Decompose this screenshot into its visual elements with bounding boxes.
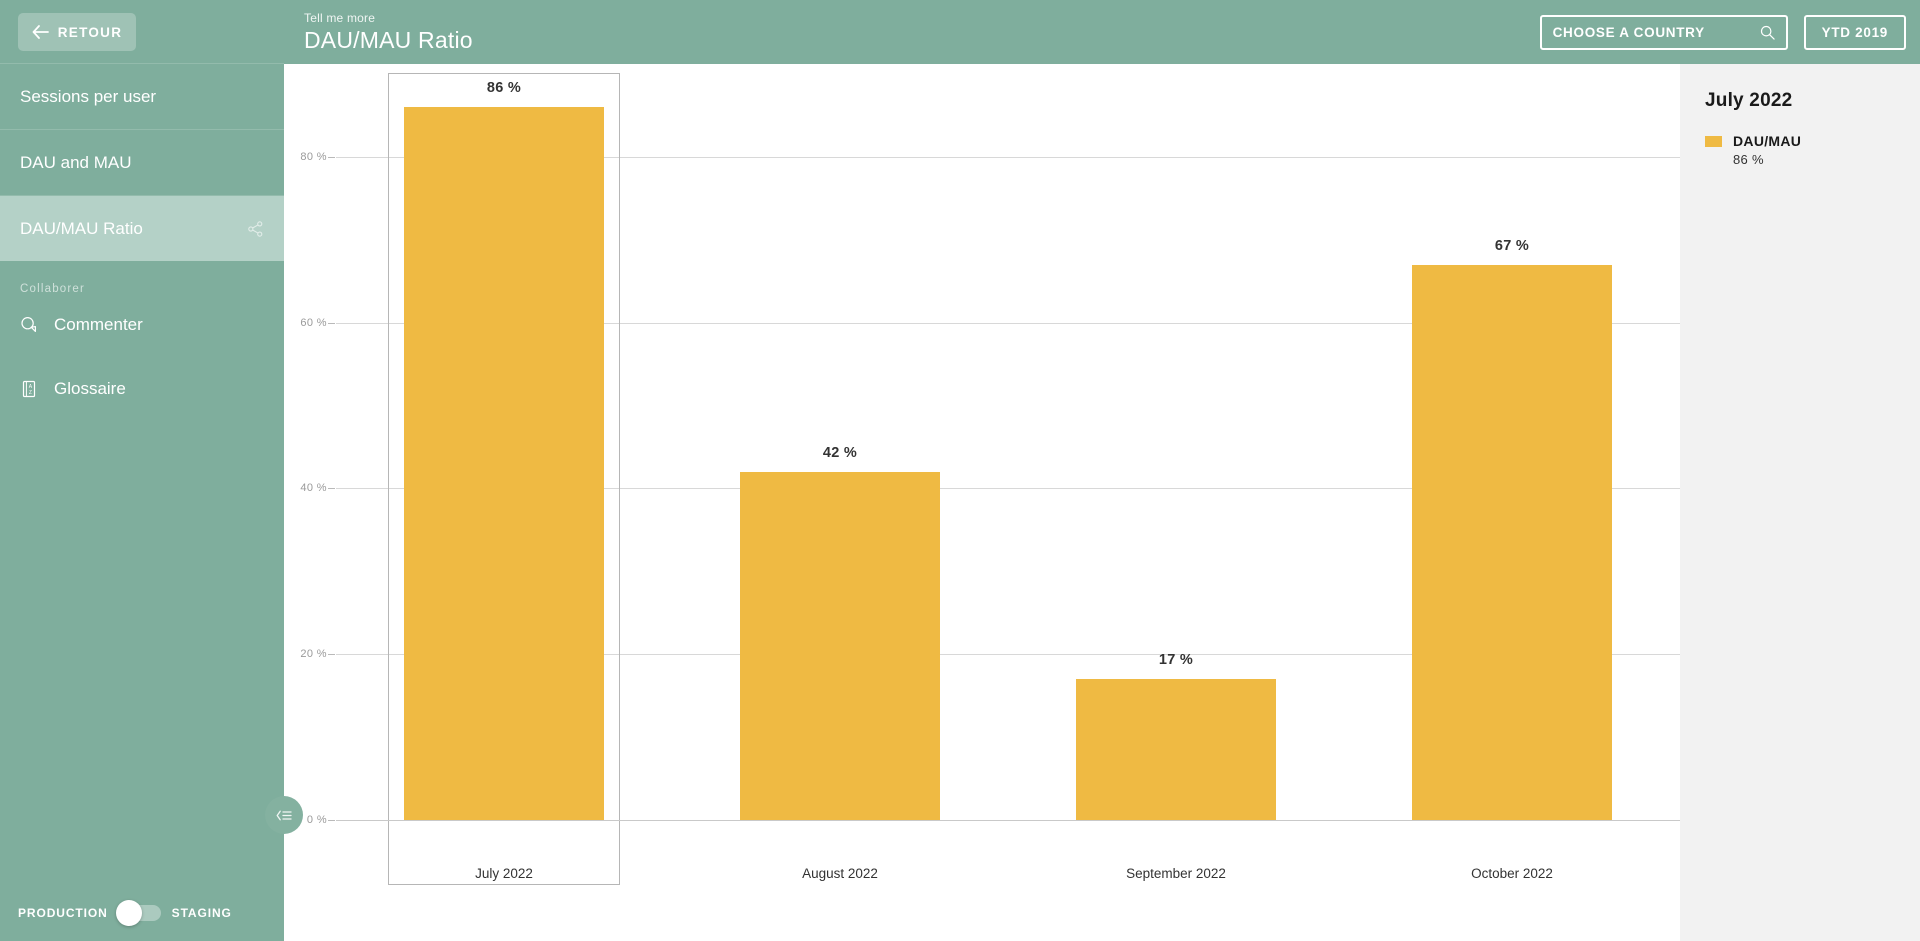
share-icon[interactable] (247, 220, 264, 237)
sidebar-item-label: Commenter (54, 315, 143, 334)
sidebar-item-dau-and-mau[interactable]: DAU and MAU (0, 130, 284, 195)
sidebar-item-label: Sessions per user (20, 86, 157, 106)
legend-series-value: 86 % (1733, 152, 1764, 167)
sidebar-item-sessions-per-user[interactable]: Sessions per user (0, 64, 284, 129)
period-button-label: YTD 2019 (1821, 24, 1888, 40)
comment-bubble-icon (21, 316, 36, 332)
content-area: 0 % 20 % 40 % 60 % 80 % 86 % 42 % 17 % 67 % July… (284, 64, 1920, 941)
y-axis-tick-mark (328, 820, 335, 821)
bar[interactable] (1076, 679, 1276, 820)
period-button[interactable]: YTD 2019 (1803, 14, 1906, 50)
country-select-value: CHOOSE A COUNTRY (1552, 24, 1705, 40)
sidebar-item-label: Glossaire (54, 379, 126, 398)
chart-container: 0 % 20 % 40 % 60 % 80 % 86 % 42 % 17 % 67 % July… (284, 64, 1680, 941)
sidebar-item-dau-mau-ratio[interactable]: DAU/MAU Ratio (0, 196, 284, 261)
x-axis-tick-label: July 2022 (475, 866, 533, 881)
collapse-sidebar-button[interactable] (265, 796, 303, 834)
y-axis-tick-mark (328, 488, 335, 490)
sidebar: RETOUR Sessions per user DAU and MAU DAU… (0, 0, 303, 941)
sidebar-item-glossaire[interactable]: A Z Glossaire (0, 369, 284, 409)
back-button[interactable]: RETOUR (18, 13, 136, 51)
page-title: DAU/MAU Ratio (304, 26, 473, 53)
environment-switch[interactable] (115, 900, 161, 926)
bar-value-label: 42 % (822, 444, 858, 461)
y-axis-tick-label: 20 % (300, 648, 327, 661)
collapse-sidebar-icon (276, 810, 292, 820)
legend-title: July 2022 (1705, 90, 1793, 111)
bar[interactable] (740, 471, 940, 820)
bar-value-label: 17 % (1158, 652, 1194, 669)
x-axis-tick-label: October 2022 (1471, 866, 1553, 881)
arrow-left-icon (32, 25, 49, 39)
y-axis-tick-mark (328, 156, 335, 158)
y-axis-tick-label: 40 % (300, 482, 327, 495)
glossary-book-icon: A Z (22, 380, 36, 398)
x-axis-tick-label: August 2022 (802, 866, 878, 881)
x-axis-tick-label: September 2022 (1126, 866, 1226, 881)
bar-value-label: 86 % (486, 80, 522, 97)
back-button-label: RETOUR (57, 24, 123, 40)
sidebar-section-label: Collaborer (20, 283, 86, 295)
app-root: RETOUR Sessions per user DAU and MAU DAU… (0, 0, 1920, 941)
environment-production-label: PRODUCTION (18, 906, 108, 920)
environment-toggle[interactable]: PRODUCTION STAGING (18, 900, 232, 926)
top-bar-controls: CHOOSE A COUNTRY YTD 2019 (1539, 14, 1920, 50)
y-axis-tick-label: 80 % (300, 150, 327, 163)
y-axis-tick-label: 0 % (306, 814, 327, 826)
svg-text:Z: Z (29, 390, 32, 396)
bar-value-label: 67 % (1494, 237, 1530, 254)
bar[interactable] (404, 107, 604, 820)
main-area: Tell me more DAU/MAU Ratio CHOOSE A COUN… (284, 0, 1920, 941)
y-axis-tick-mark (328, 654, 335, 656)
legend-item: DAU/MAU 86 % (1705, 133, 1920, 167)
legend-panel: July 2022 DAU/MAU 86 % (1680, 64, 1920, 941)
sidebar-item-commenter[interactable]: Commenter (0, 305, 284, 345)
search-icon[interactable] (1760, 25, 1775, 40)
top-bar: Tell me more DAU/MAU Ratio CHOOSE A COUN… (284, 0, 1920, 64)
y-axis-tick-label: 60 % (300, 316, 327, 329)
plot-area: 0 % 20 % 40 % 60 % 80 % 86 % 42 % 17 % 67 % (300, 73, 1680, 885)
legend-series-name: DAU/MAU (1733, 133, 1802, 149)
switch-knob (115, 900, 142, 926)
legend-color-swatch (1705, 136, 1722, 147)
y-axis-tick-mark (328, 322, 335, 324)
page-eyebrow: Tell me more (304, 10, 376, 25)
sidebar-item-label: DAU/MAU Ratio (20, 218, 143, 238)
country-select[interactable]: CHOOSE A COUNTRY (1539, 14, 1788, 50)
x-axis-labels: July 2022 August 2022 September 2022 Octobe… (336, 820, 1680, 941)
bar[interactable] (1412, 264, 1612, 820)
environment-staging-label: STAGING (171, 906, 232, 920)
page-title-group: Tell me more DAU/MAU Ratio (284, 11, 473, 54)
sidebar-item-label: DAU and MAU (20, 152, 132, 172)
